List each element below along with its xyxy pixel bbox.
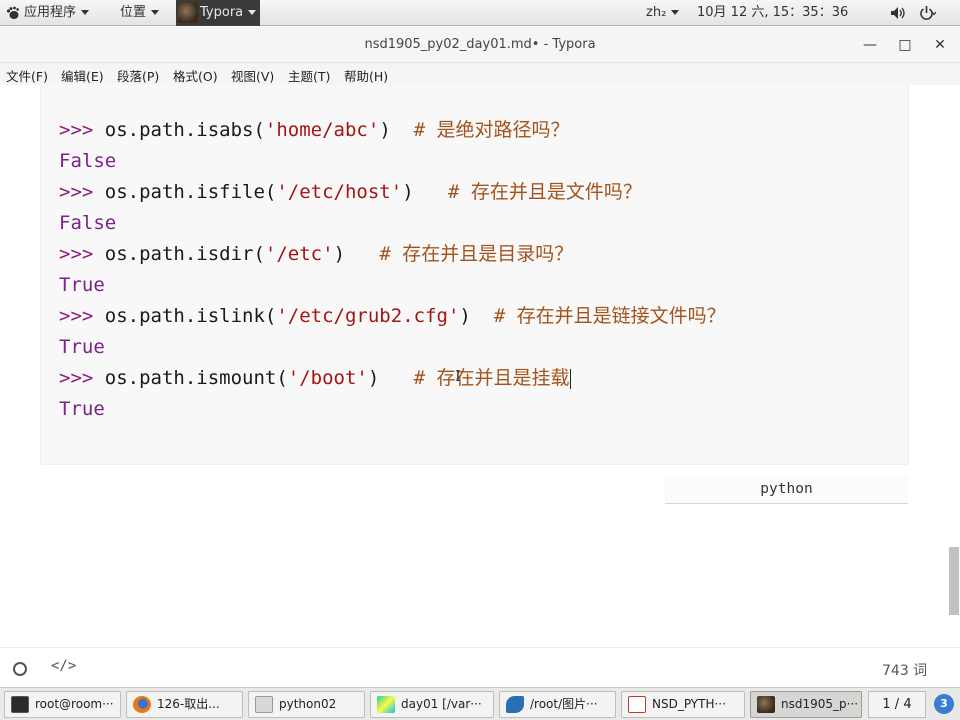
menu-format[interactable]: 格式(O) (173, 66, 218, 85)
taskbar-item-label: nsd1905_p··· (781, 697, 859, 711)
input-method-label: zh₂ (646, 5, 667, 20)
pycharm-icon (377, 696, 395, 713)
taskbar-item-label: /root/图片··· (530, 697, 598, 711)
taskbar-item-firefox[interactable]: 126-取出... (126, 691, 243, 718)
minimize-button[interactable]: — (860, 35, 880, 55)
code-block[interactable]: >>> os.path.isabs('home/abc') # 是绝对路径吗？ … (40, 85, 909, 465)
menu-edit[interactable]: 编辑(E) (61, 66, 104, 85)
clock[interactable]: 10月 12 六, 15：35：36 (697, 0, 848, 26)
typora-icon (757, 696, 775, 713)
volume-icon[interactable] (890, 0, 906, 26)
taskbar-item-document[interactable]: NSD_PYTH··· (621, 691, 745, 718)
status-bar: </> 743 词 (0, 647, 960, 687)
folder-icon (255, 696, 273, 713)
menu-view[interactable]: 视图(V) (231, 66, 274, 85)
chevron-down-icon (248, 10, 257, 15)
chevron-down-icon (151, 10, 160, 15)
code-language-input[interactable]: python (665, 475, 908, 504)
menu-file[interactable]: 文件(F) (6, 66, 48, 85)
window-title: nsd1905_py02_day01.md• - Typora (364, 37, 596, 52)
typora-app-icon (178, 3, 198, 23)
top-panel: 应用程序 位置 Typora zh₂ 10月 12 六, 15：35：36 (0, 0, 960, 26)
taskbar-item-label: python02 (279, 697, 337, 711)
input-method-indicator[interactable]: zh₂ (646, 0, 680, 26)
applications-menu-label: 应用程序 (24, 5, 77, 20)
taskbar-item-image-viewer[interactable]: /root/图片··· (499, 691, 616, 718)
maximize-button[interactable]: □ (895, 35, 915, 55)
taskbar: root@room··· 126-取出... python02 day01 [/… (0, 687, 960, 720)
code-line[interactable]: >>> os.path.ismount('/boot') # 存在并且是挂载 (59, 364, 571, 392)
code-output-line[interactable]: False (59, 147, 116, 175)
code-line[interactable]: >>> os.path.isfile('/etc/host') # 存在并且是文… (59, 178, 642, 206)
firefox-icon (133, 696, 151, 713)
menu-paragraph[interactable]: 段落(P) (117, 66, 159, 85)
applications-menu[interactable]: 应用程序 (6, 0, 90, 26)
workspace-switcher[interactable]: 1 / 4 (868, 691, 926, 718)
close-button[interactable]: ✕ (930, 35, 950, 55)
menu-bar: 文件(F) 编辑(E) 段落(P) 格式(O) 视图(V) 主题(T) 帮助(H… (0, 63, 960, 85)
taskbar-item-label: root@room··· (35, 697, 114, 711)
active-app-label: Typora (200, 5, 244, 20)
places-menu-label: 位置 (120, 5, 147, 20)
notification-badge[interactable]: 3 (934, 694, 954, 714)
code-output-line[interactable]: False (59, 209, 116, 237)
power-icon[interactable] (918, 0, 937, 26)
scrollbar-thumb[interactable] (949, 547, 959, 615)
code-line[interactable]: >>> os.path.islink('/etc/grub2.cfg') # 存… (59, 302, 726, 330)
taskbar-item-label: 126-取出... (157, 697, 220, 711)
taskbar-item-label: day01 [/var··· (401, 697, 482, 711)
code-line[interactable]: >>> os.path.isdir('/etc') # 存在并且是目录吗？ (59, 240, 573, 268)
taskbar-item-file-manager[interactable]: python02 (248, 691, 365, 718)
source-code-mode-button[interactable]: </> (51, 658, 76, 674)
chevron-down-icon (671, 10, 680, 15)
active-app-menu[interactable]: Typora (176, 0, 260, 26)
document-icon (628, 696, 646, 713)
mouse-ibeam-cursor-icon: I (455, 367, 461, 385)
chevron-down-icon (81, 10, 90, 15)
code-output-line[interactable]: True (59, 271, 105, 299)
terminal-icon (11, 696, 29, 713)
word-count[interactable]: 743 词 (882, 660, 927, 680)
places-menu[interactable]: 位置 (120, 0, 160, 26)
sidebar-toggle-icon[interactable] (13, 662, 27, 676)
gnome-foot-icon (6, 6, 19, 19)
taskbar-item-typora[interactable]: nsd1905_p··· (750, 691, 862, 718)
code-output-line[interactable]: True (59, 333, 105, 361)
editor-area[interactable]: >>> os.path.isabs('home/abc') # 是绝对路径吗？ … (0, 85, 960, 647)
taskbar-item-pycharm[interactable]: day01 [/var··· (370, 691, 494, 718)
menu-help[interactable]: 帮助(H) (344, 66, 388, 85)
code-line[interactable]: >>> os.path.isabs('home/abc') # 是绝对路径吗？ (59, 116, 570, 144)
code-output-line[interactable]: True (59, 395, 105, 423)
taskbar-item-terminal[interactable]: root@room··· (4, 691, 121, 718)
menu-theme[interactable]: 主题(T) (288, 66, 330, 85)
image-viewer-icon (506, 696, 524, 713)
window-titlebar[interactable]: nsd1905_py02_day01.md• - Typora — □ ✕ (0, 27, 960, 63)
taskbar-item-label: NSD_PYTH··· (652, 697, 726, 711)
text-cursor (569, 368, 571, 389)
